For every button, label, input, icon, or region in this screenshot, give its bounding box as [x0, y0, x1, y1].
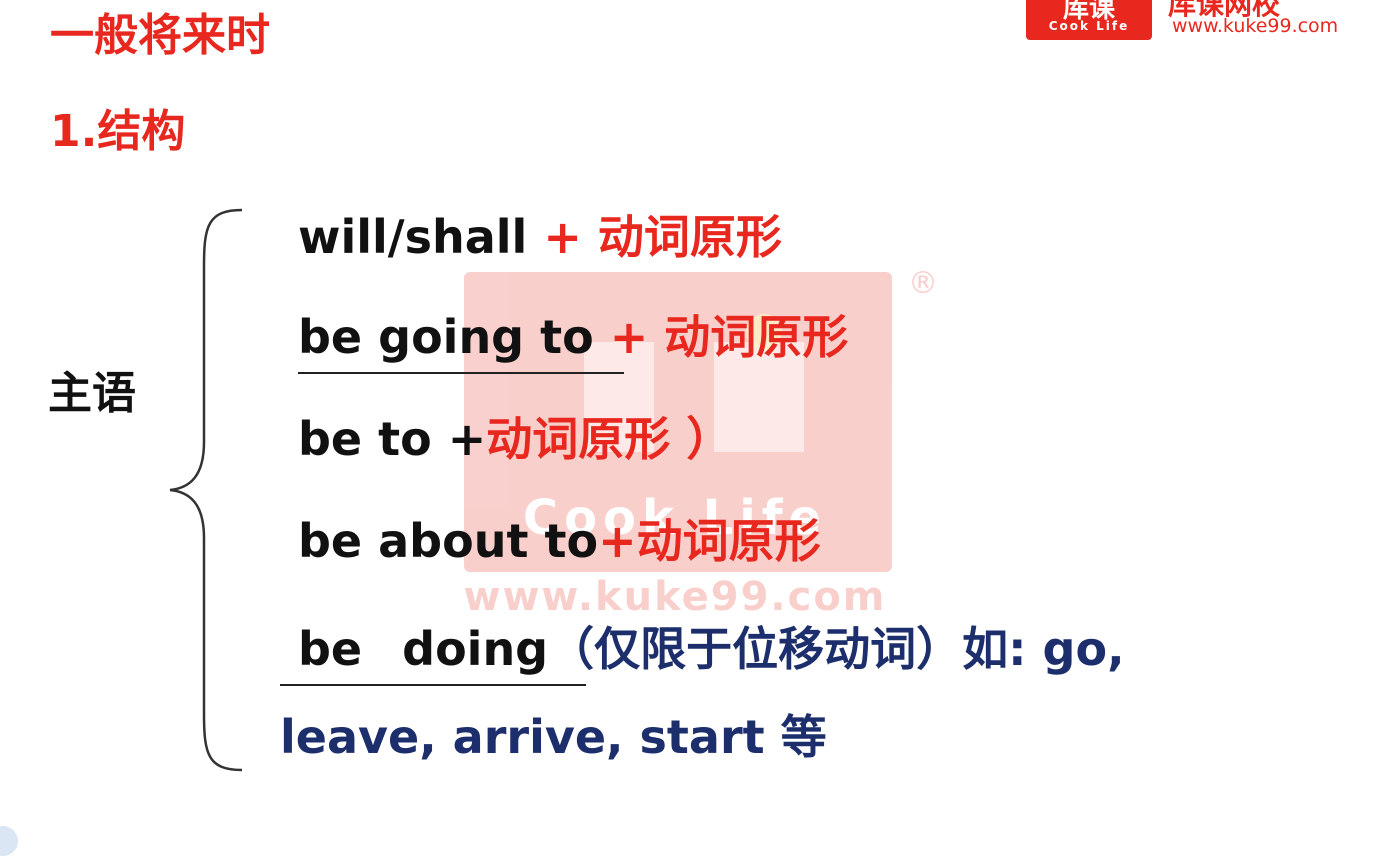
- structure-row-doing: be doing（仅限于位移动词）如: go,: [298, 620, 1125, 678]
- row-pattern: be about to: [298, 514, 599, 568]
- underline-going-to: [298, 372, 624, 374]
- curly-brace-icon: [169, 208, 243, 772]
- brand-logo-english: Cook Life: [1048, 19, 1130, 33]
- row-pattern: will/shall: [298, 210, 528, 264]
- row-note: （仅限于位移动词）如: go,: [548, 622, 1125, 676]
- structure-row-will: will/shall + 动词原形: [298, 208, 782, 266]
- structure-row-be-to: be to +动词原形 ）: [298, 410, 732, 468]
- row-suffix: 动词原形 ）: [486, 412, 733, 466]
- structure-row-about-to: be about to+动词原形: [298, 512, 821, 570]
- page-title: 一般将来时: [50, 10, 270, 61]
- row-pattern: be going to: [298, 310, 594, 364]
- corner-decoration: [0, 826, 18, 856]
- row-pattern-be: be: [298, 622, 363, 676]
- watermark-registered-mark: ®: [908, 266, 938, 301]
- subject-label: 主语: [48, 368, 136, 419]
- brand-logo: 库课 Cook Life: [1026, 0, 1152, 40]
- row-suffix: + 动词原形: [527, 210, 782, 264]
- underline-doing: [280, 684, 586, 686]
- watermark-url: www.kuke99.com: [463, 574, 887, 620]
- row-suffix: +动词原形: [598, 514, 821, 568]
- brand-url: www.kuke99.com: [1172, 15, 1339, 37]
- section-heading: 1.结构: [50, 106, 186, 157]
- structure-row-going-to: be going to + 动词原形: [298, 308, 848, 366]
- structure-row-examples: leave, arrive, start 等: [280, 710, 827, 764]
- row-pattern-doing: doing: [402, 622, 549, 676]
- row-pattern: be to +: [298, 412, 487, 466]
- row-suffix: + 动词原形: [593, 310, 849, 364]
